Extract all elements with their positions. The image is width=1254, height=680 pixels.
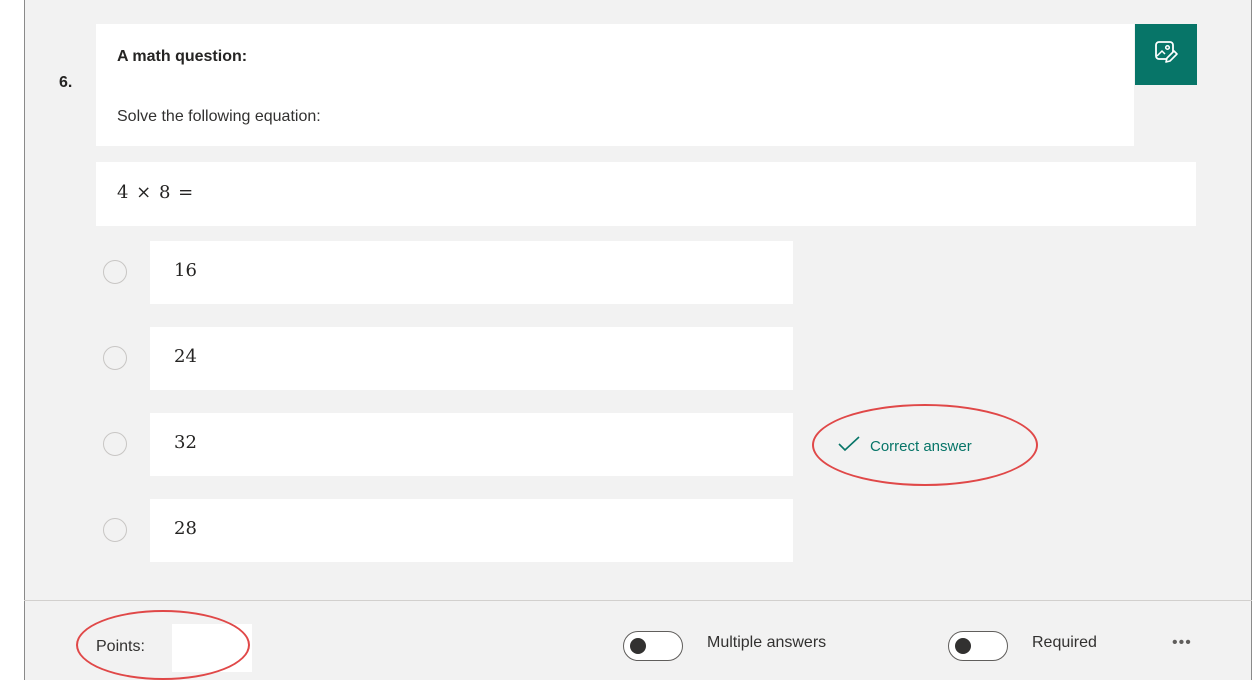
option-label-2: 24 (174, 346, 197, 367)
equation-text: 4 × 8 = (117, 182, 195, 203)
option-field-1[interactable]: 16 (150, 241, 793, 304)
question-title[interactable]: A math question: (117, 48, 247, 66)
image-edit-icon (1153, 39, 1179, 70)
option-radio-4[interactable] (103, 518, 127, 542)
option-radio-3[interactable] (103, 432, 127, 456)
option-label-1: 16 (174, 260, 197, 281)
question-subtitle[interactable]: Solve the following equation: (117, 108, 321, 126)
option-field-4[interactable]: 28 (150, 499, 793, 562)
question-number: 6. (59, 74, 73, 91)
annotation-circle-points (76, 610, 250, 680)
more-options-button[interactable]: ••• (1172, 634, 1192, 652)
annotation-circle-correct-answer (812, 404, 1038, 486)
more-options-icon: ••• (1172, 634, 1192, 651)
option-radio-2[interactable] (103, 346, 127, 370)
option-label-3: 32 (174, 432, 197, 453)
option-field-3[interactable]: 32 (150, 413, 793, 476)
question-title-box[interactable] (96, 24, 1134, 146)
toggle-knob (955, 638, 971, 654)
option-radio-1[interactable] (103, 260, 127, 284)
required-label: Required (1032, 634, 1097, 651)
multiple-answers-toggle[interactable] (623, 631, 683, 661)
option-label-4: 28 (174, 518, 197, 539)
required-toggle[interactable] (948, 631, 1008, 661)
equation-box (96, 162, 1196, 226)
option-field-2[interactable]: 24 (150, 327, 793, 390)
multiple-answers-label: Multiple answers (707, 634, 827, 651)
toggle-knob (630, 638, 646, 654)
footer-divider (24, 600, 1252, 601)
insert-image-button[interactable] (1135, 24, 1197, 85)
